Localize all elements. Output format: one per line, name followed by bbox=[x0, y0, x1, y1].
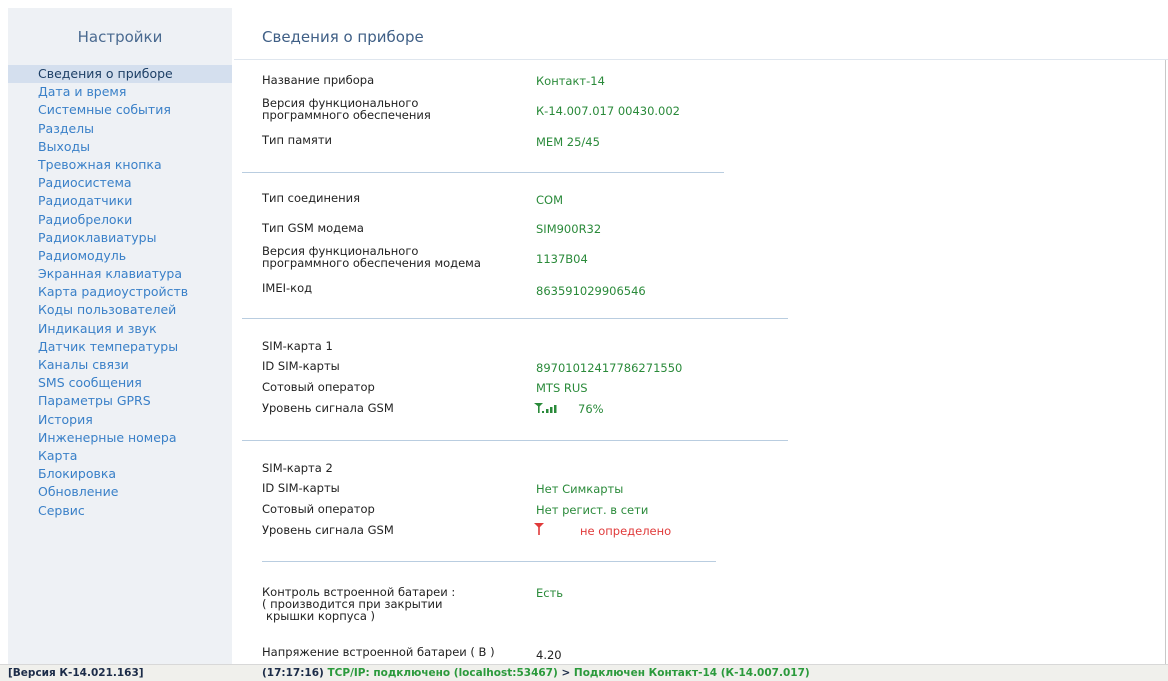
battery-control-value: Есть bbox=[536, 586, 564, 600]
signal-bars-icon bbox=[534, 403, 557, 413]
sim2-signal-label: Уровень сигнала GSM bbox=[262, 523, 394, 537]
sidebar-item-date-time[interactable]: Дата и время bbox=[8, 83, 232, 101]
sidebar-item-temperature-sensor[interactable]: Датчик температуры bbox=[8, 338, 232, 356]
battery-voltage-label: Напряжение встроенной батареи ( В ) bbox=[262, 645, 495, 659]
tcp-status: TCP/IP: подключено (localhost:53467) bbox=[323, 667, 558, 679]
antenna-icon bbox=[534, 523, 544, 535]
sidebar-item-radio-sensors[interactable]: Радиодатчики bbox=[8, 192, 232, 210]
sim1-id-value: 89701012417786271550 bbox=[536, 361, 683, 375]
sidebar-item-radio-module[interactable]: Радиомодуль bbox=[8, 247, 232, 265]
sidebar-item-radio-keyfobs[interactable]: Радиобрелоки bbox=[8, 211, 232, 229]
sidebar-item-radio-keypads[interactable]: Радиоклавиатуры bbox=[8, 229, 232, 247]
imei-label: IMEI-код bbox=[262, 281, 313, 295]
section-divider bbox=[242, 172, 724, 173]
sim2-signal-value: не определено bbox=[580, 524, 672, 538]
sim2-id-label: ID SIM-карты bbox=[262, 481, 340, 495]
device-name-label: Название прибора bbox=[262, 73, 375, 87]
sidebar-item-update[interactable]: Обновление bbox=[8, 483, 232, 501]
sim1-title: SIM-карта 1 bbox=[262, 339, 333, 353]
sim1-operator-label: Сотовый оператор bbox=[262, 380, 375, 394]
sidebar-item-service[interactable]: Сервис bbox=[8, 502, 232, 520]
connection-type-value: COM bbox=[536, 193, 564, 207]
sidebar-item-partitions[interactable]: Разделы bbox=[8, 120, 232, 138]
sim2-title: SIM-карта 2 bbox=[262, 461, 333, 475]
sidebar-item-channels[interactable]: Каналы связи bbox=[8, 356, 232, 374]
sim1-operator-value: MTS RUS bbox=[536, 381, 588, 395]
memory-type-label: Тип памяти bbox=[262, 133, 333, 147]
device-connected-status: Подключен Контакт-14 (К-14.007.017) bbox=[573, 667, 810, 679]
title-divider bbox=[234, 59, 1168, 60]
gsm-modem-label: Тип GSM модема bbox=[262, 221, 364, 235]
sim1-signal-value: 76% bbox=[578, 402, 604, 416]
sidebar-item-system-events[interactable]: Системные события bbox=[8, 101, 232, 119]
status-arrow: > bbox=[557, 667, 574, 679]
sidebar-item-map[interactable]: Карта bbox=[8, 447, 232, 465]
sidebar-item-panic-button[interactable]: Тревожная кнопка bbox=[8, 156, 232, 174]
modem-firmware-value: 1137B04 bbox=[536, 252, 588, 266]
sim1-id-label: ID SIM-карты bbox=[262, 359, 340, 373]
window-top-edge bbox=[0, 0, 1168, 8]
section-divider bbox=[262, 561, 716, 562]
sidebar-item-device-info[interactable]: Сведения о приборе bbox=[8, 65, 232, 84]
connection-status: (17:17:16) TCP/IP: подключено (localhost… bbox=[262, 667, 810, 679]
imei-value: 863591029906546 bbox=[536, 284, 646, 298]
memory-type-value: MEM 25/45 bbox=[536, 135, 600, 149]
app-version: [Версия К-14.021.163] bbox=[8, 667, 144, 679]
sidebar-item-gprs[interactable]: Параметры GPRS bbox=[8, 392, 232, 410]
sim2-operator-label: Сотовый оператор bbox=[262, 502, 375, 516]
sidebar-item-sms[interactable]: SMS сообщения bbox=[8, 374, 232, 392]
firmware-value: К-14.007.017 00430.002 bbox=[536, 104, 681, 118]
firmware-label-line2: программного обеспечения bbox=[262, 108, 431, 122]
connection-type-label: Тип соединения bbox=[262, 191, 361, 205]
battery-voltage-value: 4.20 bbox=[536, 648, 562, 662]
gsm-modem-value: SIM900R32 bbox=[536, 222, 602, 236]
device-name-value: Контакт-14 bbox=[536, 74, 605, 88]
section-divider bbox=[242, 440, 788, 441]
sidebar-item-history[interactable]: История bbox=[8, 411, 232, 429]
battery-control-label-line3: крышки корпуса ) bbox=[266, 609, 376, 623]
sidebar-item-engineer-numbers[interactable]: Инженерные номера bbox=[8, 429, 232, 447]
sidebar-item-lock[interactable]: Блокировка bbox=[8, 465, 232, 483]
sidebar-item-radio-device-map[interactable]: Карта радиоустройств bbox=[8, 283, 232, 301]
sim2-operator-value: Нет регист. в сети bbox=[536, 503, 649, 517]
sidebar-item-indication-sound[interactable]: Индикация и звук bbox=[8, 320, 232, 338]
section-divider bbox=[242, 318, 788, 319]
sidebar-item-radio-system[interactable]: Радиосистема bbox=[8, 174, 232, 192]
sidebar-item-outputs[interactable]: Выходы bbox=[8, 138, 232, 156]
sim2-id-value: Нет Симкарты bbox=[536, 482, 624, 496]
sidebar-title: Настройки bbox=[77, 28, 163, 46]
modem-firmware-label-line2: программного обеспечения модема bbox=[262, 256, 481, 270]
sidebar-item-screen-keypad[interactable]: Экранная клавиатура bbox=[8, 265, 232, 283]
status-time: (17:17:16) bbox=[262, 667, 324, 679]
sidebar-item-user-codes[interactable]: Коды пользователей bbox=[8, 301, 232, 319]
status-bar: [Версия К-14.021.163] (17:17:16) TCP/IP:… bbox=[0, 664, 1168, 681]
page-title: Сведения о приборе bbox=[262, 28, 424, 46]
sim1-signal-label: Уровень сигнала GSM bbox=[262, 401, 394, 415]
sidebar-menu: Сведения о приборе Дата и время Системны… bbox=[8, 65, 232, 520]
sidebar: Настройки Сведения о приборе Дата и врем… bbox=[8, 8, 232, 664]
content-scroll-edge bbox=[1165, 60, 1166, 665]
